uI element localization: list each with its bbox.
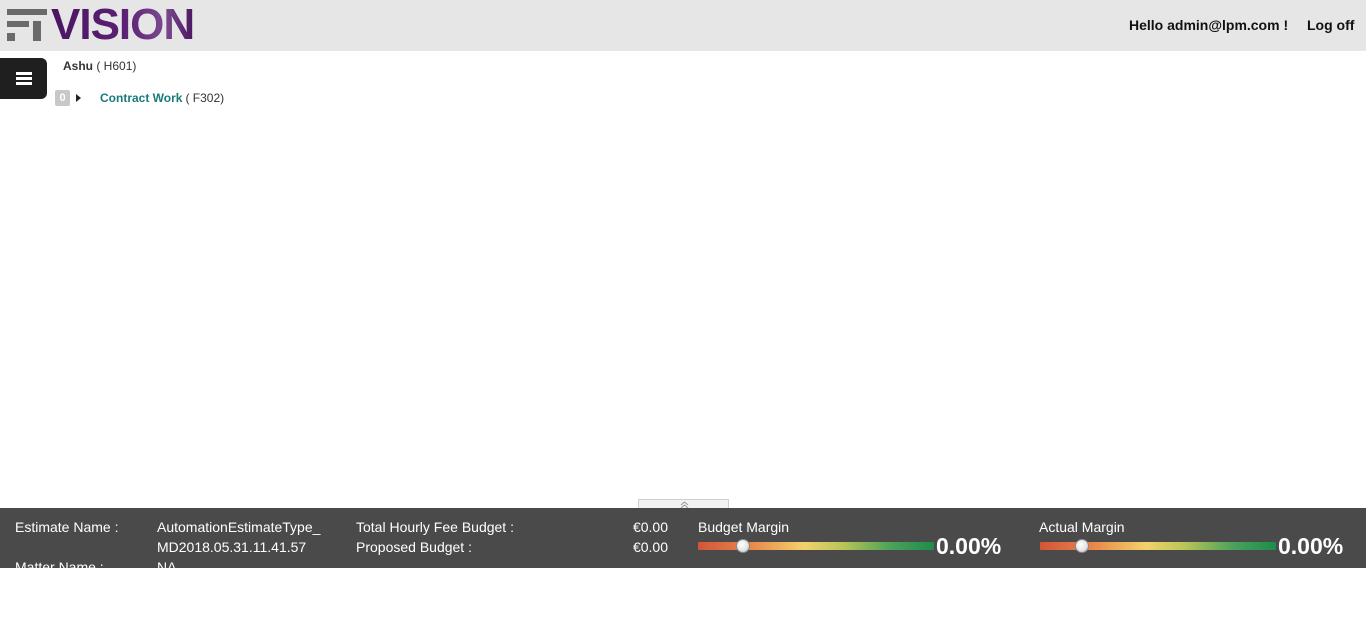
actual-margin-title: Actual Margin xyxy=(1039,519,1125,535)
actual-margin-slider-handle[interactable] xyxy=(1075,539,1090,553)
tree-root-name: Ashu xyxy=(63,59,93,73)
count-badge: 0 xyxy=(55,90,70,106)
actual-margin-value: 0.00% xyxy=(1278,533,1344,559)
logo-text: VISION xyxy=(51,0,195,49)
tree-item: 0 Contract Work ( F302) xyxy=(55,89,224,107)
estimate-name-value-line2: MD2018.05.31.11.41.57 xyxy=(157,539,307,555)
app-root: VISION Hello admin@lpm.com ! Log off Ash… xyxy=(0,0,1366,618)
matter-name-label: Matter Name : xyxy=(15,559,104,568)
menu-toggle-button[interactable] xyxy=(0,58,47,99)
budget-margin-title: Budget Margin xyxy=(698,519,790,535)
budget-margin-value: 0.00% xyxy=(936,533,1002,559)
estimate-name-label: Estimate Name : xyxy=(15,519,119,535)
tree-item-code: ( F302) xyxy=(185,91,225,105)
tree-item-link[interactable]: Contract Work xyxy=(100,91,182,105)
caret-right-icon[interactable] xyxy=(76,94,81,102)
estimate-summary-bar: Estimate Name : AutomationEstimateType_ … xyxy=(0,508,1366,568)
top-header: VISION Hello admin@lpm.com ! Log off xyxy=(0,0,1366,51)
budget-margin-slider-handle[interactable] xyxy=(735,539,750,553)
hamburger-icon xyxy=(15,72,32,85)
tree-root-code: ( H601) xyxy=(96,59,137,73)
proposed-budget-value: €0.00 xyxy=(632,539,668,555)
total-hourly-fee-value: €0.00 xyxy=(632,519,668,535)
proposed-budget-label: Proposed Budget : xyxy=(356,539,472,555)
logo-mark-icon xyxy=(7,9,47,41)
budget-margin-gauge xyxy=(698,542,934,550)
total-hourly-fee-label: Total Hourly Fee Budget : xyxy=(356,519,514,535)
logoff-link[interactable]: Log off xyxy=(1307,17,1354,33)
estimate-name-value-line1: AutomationEstimateType_ xyxy=(157,519,321,535)
tree-root: Ashu ( H601) xyxy=(63,59,136,73)
vision-logo[interactable]: VISION xyxy=(7,0,195,49)
user-greeting: Hello admin@lpm.com ! xyxy=(1129,17,1289,33)
matter-name-value: NA xyxy=(157,559,177,568)
